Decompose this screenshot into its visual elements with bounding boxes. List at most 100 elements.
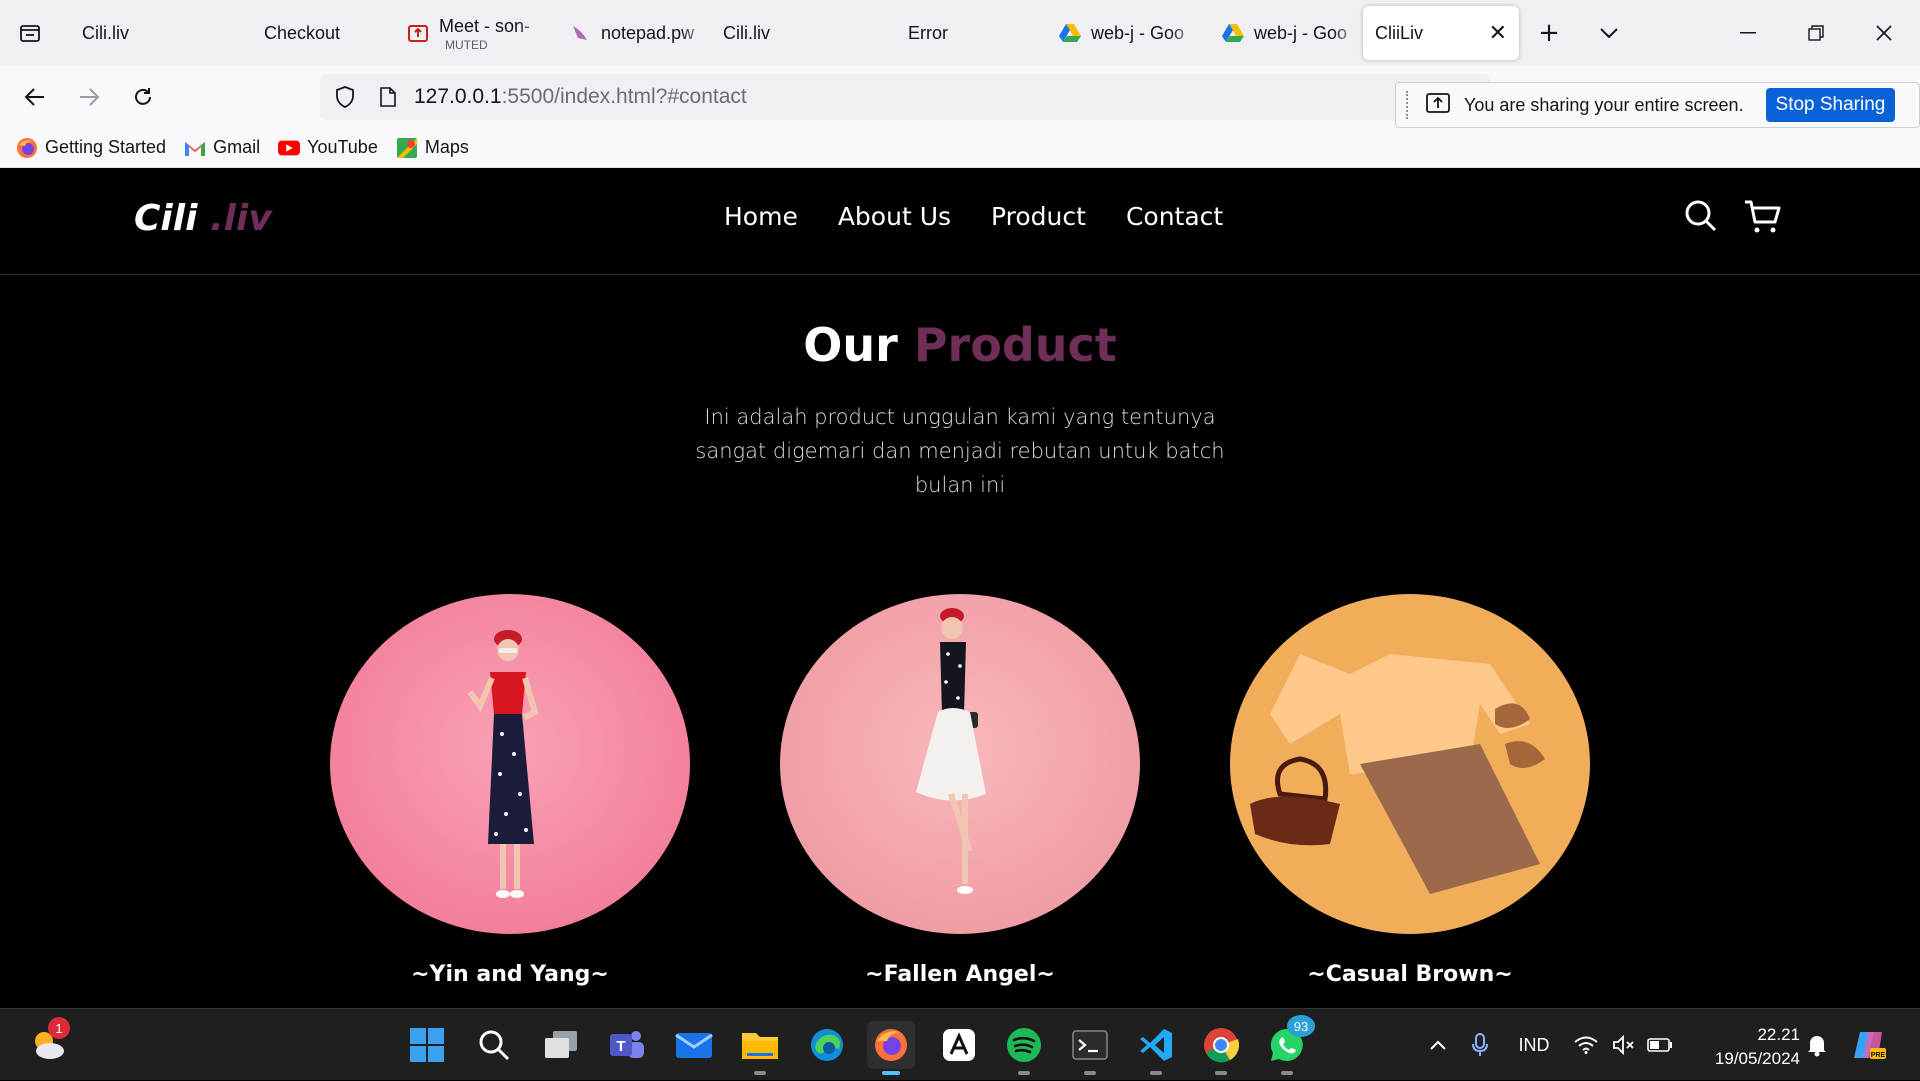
bookmark-gmail[interactable]: Gmail [184, 137, 260, 159]
url-bar[interactable]: 127.0.0.1:5500/index.html?#contact [320, 74, 1490, 120]
drive-icon [1059, 22, 1081, 44]
tab-title: Cili.liv [82, 22, 129, 43]
product-name[interactable]: ~Casual Brown~ [1230, 962, 1590, 987]
volume-muted-icon[interactable] [1606, 1035, 1642, 1055]
nav-about-us[interactable]: About Us [838, 202, 951, 231]
language-indicator[interactable]: IND [1502, 1035, 1566, 1056]
product-name[interactable]: ~Fallen Angel~ [780, 962, 1140, 987]
forward-arrow-icon[interactable] [62, 66, 116, 128]
title-accent: Product [913, 318, 1117, 372]
tab-title: Checkout [264, 22, 341, 43]
chrome-icon[interactable] [1197, 1021, 1245, 1075]
bookmark-youtube[interactable]: YouTube [278, 137, 378, 159]
battery-icon[interactable] [1642, 1038, 1678, 1052]
spotify-icon[interactable] [1000, 1021, 1048, 1075]
vscode-icon[interactable] [1132, 1021, 1180, 1075]
nav-home[interactable]: Home [724, 202, 798, 231]
nav-contact[interactable]: Contact [1126, 202, 1223, 231]
file-explorer-icon[interactable] [736, 1021, 784, 1075]
clock-time: 22.21 [1757, 1025, 1800, 1044]
shield-icon[interactable] [320, 86, 370, 108]
tab-active-cliiliv[interactable]: CliiLiv ✕ [1363, 6, 1519, 60]
clock[interactable]: 22.21 19/05/2024 [1700, 1023, 1800, 1071]
tab-cililiv-2[interactable]: Cili.liv [711, 0, 874, 66]
restore-icon[interactable] [1782, 0, 1850, 66]
url-host: 127.0.0.1 [414, 85, 502, 108]
teams-icon[interactable]: T [603, 1021, 651, 1069]
bookmark-maps[interactable]: Maps [396, 137, 469, 159]
close-window-icon[interactable] [1850, 0, 1918, 66]
logo-accent: .liv [197, 198, 272, 239]
tab-checkout[interactable]: Checkout [220, 0, 383, 66]
screen-share-banner: You are sharing your entire screen. Stop… [1395, 82, 1920, 128]
notifications-bell-icon[interactable] [1806, 1009, 1828, 1081]
section-description: Ini adalah product unggulan kami yang te… [695, 405, 1225, 497]
whatsapp-icon[interactable]: 93 [1263, 1015, 1315, 1075]
cart-icon[interactable] [1743, 198, 1783, 238]
tab-meet[interactable]: Meet - son- MUTED [383, 0, 547, 66]
share-screen-icon [1426, 92, 1450, 118]
site-logo[interactable]: Cili .liv [134, 198, 272, 239]
search-icon[interactable] [470, 1021, 518, 1069]
product-card[interactable]: ~Yin and Yang~ [330, 594, 690, 987]
web-page: Cili .liv Home About Us Product Contact … [0, 168, 1920, 1008]
terminal-icon[interactable] [1066, 1021, 1114, 1075]
logo-main: Cili [134, 198, 198, 239]
wifi-icon[interactable] [1566, 1036, 1606, 1054]
tab-drive-2[interactable]: web-j - Goo [1200, 0, 1363, 66]
tab-title: Cili.liv [723, 22, 770, 43]
tab-notepad[interactable]: notepad.pw [547, 0, 711, 66]
drag-handle[interactable] [1406, 91, 1408, 119]
task-view-icon[interactable] [537, 1021, 585, 1069]
product-image[interactable] [780, 594, 1140, 934]
tab-overflow-chevron-icon[interactable] [1579, 0, 1639, 66]
start-windows-icon[interactable] [403, 1021, 451, 1069]
product-card[interactable]: ~Casual Brown~ [1230, 594, 1590, 987]
back-arrow-icon[interactable] [8, 66, 62, 128]
bookmark-label: YouTube [307, 137, 378, 157]
new-tab-button[interactable]: + [1519, 0, 1579, 66]
close-tab-icon[interactable]: ✕ [1489, 20, 1507, 46]
tab-error[interactable]: Error [874, 0, 1037, 66]
search-icon[interactable] [1683, 198, 1723, 238]
tab-muted-label: MUTED [445, 38, 488, 52]
whatsapp-badge: 93 [1287, 1015, 1315, 1037]
bookmark-getting-started[interactable]: Getting Started [16, 137, 166, 159]
product-image[interactable] [330, 594, 690, 934]
tab-cililiv-1[interactable]: Cili.liv [60, 0, 220, 66]
product-name[interactable]: ~Yin and Yang~ [330, 962, 690, 987]
weather-badge: 1 [48, 1017, 70, 1039]
microphone-icon[interactable] [1458, 1033, 1502, 1057]
gmail-icon [184, 137, 206, 159]
mail-icon[interactable] [670, 1021, 718, 1069]
reload-icon[interactable] [116, 66, 170, 128]
section-title: Our Product [0, 318, 1920, 372]
tab-list-icon[interactable] [0, 0, 60, 66]
nav-product[interactable]: Product [991, 202, 1086, 231]
edge-icon[interactable] [803, 1021, 851, 1069]
browser-tab-bar: Cili.liv Checkout Meet - son- MUTED note… [0, 0, 1920, 66]
firefox-icon [16, 137, 38, 159]
running-indicator [754, 1071, 766, 1075]
site-header: Cili .liv Home About Us Product Contact [0, 168, 1920, 275]
page-info-icon[interactable] [370, 87, 406, 107]
running-indicator [1084, 1071, 1096, 1075]
svg-text:PRE: PRE [1871, 1052, 1886, 1059]
tab-drive-1[interactable]: web-j - Goo [1037, 0, 1200, 66]
product-image[interactable] [1230, 594, 1590, 934]
minimize-icon[interactable] [1714, 0, 1782, 66]
bookmark-label: Gmail [213, 137, 261, 157]
firefox-icon[interactable] [867, 1021, 915, 1075]
youtube-icon [278, 137, 301, 159]
active-indicator [882, 1071, 900, 1075]
text-app-icon[interactable] [935, 1021, 983, 1069]
tab-title: CliiLiv [1375, 22, 1424, 43]
show-hidden-icons-chevron-icon[interactable] [1418, 1039, 1458, 1051]
running-indicator [1215, 1071, 1227, 1075]
url-path: :5500/index.html?#contact [501, 85, 747, 108]
product-card[interactable]: ~Fallen Angel~ [780, 594, 1140, 987]
weather-widget-icon[interactable]: 1 [24, 1017, 72, 1069]
copilot-icon[interactable]: PRE [1852, 1009, 1888, 1081]
stop-sharing-button[interactable]: Stop Sharing [1765, 88, 1896, 122]
meet-icon [407, 22, 429, 44]
